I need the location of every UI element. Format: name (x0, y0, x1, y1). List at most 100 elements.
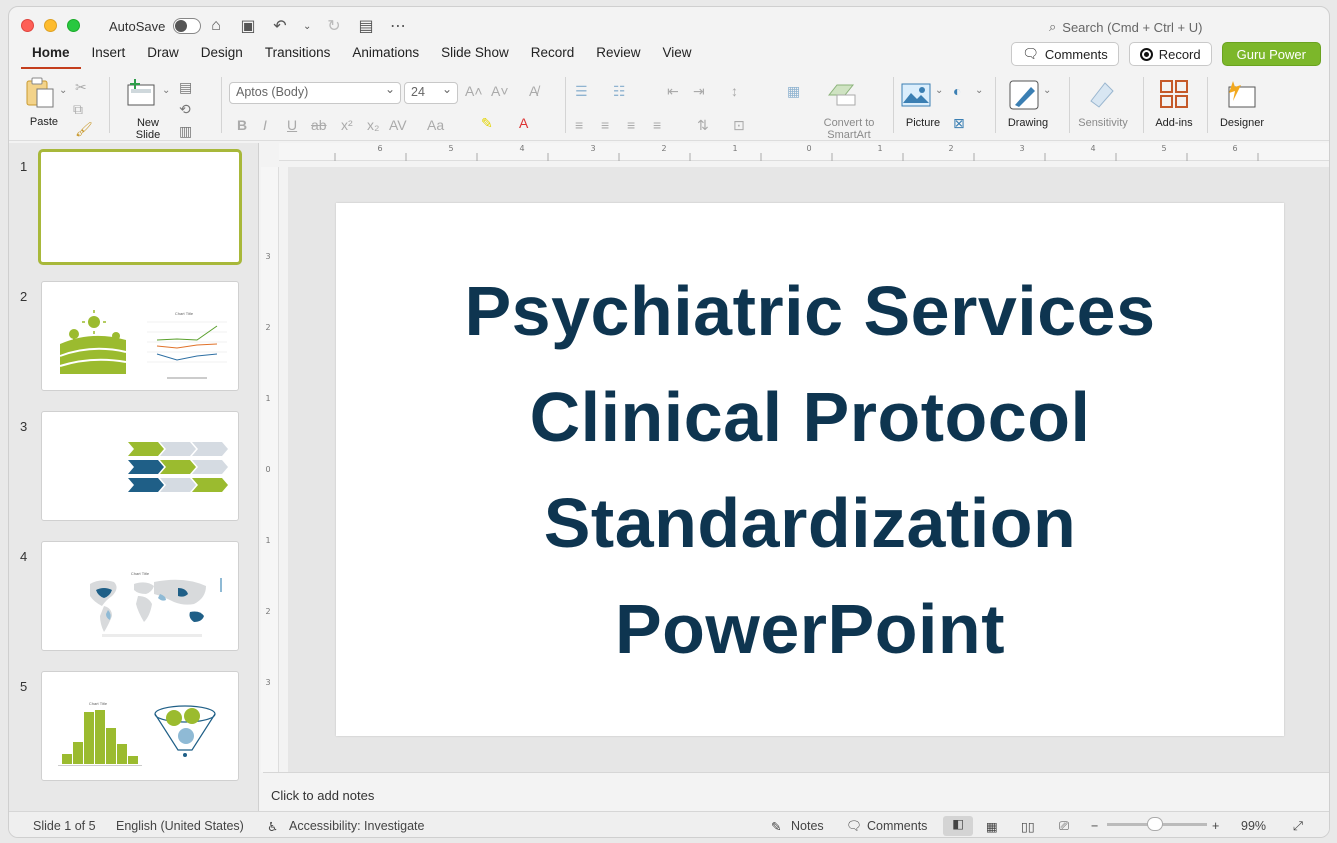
undo-icon[interactable]: ↶ (271, 16, 289, 36)
decrease-indent-icon[interactable]: ⇤ (667, 83, 679, 100)
strikethrough-icon[interactable]: ab (311, 117, 327, 133)
shapes-icon[interactable]: ◐ (953, 83, 961, 99)
slideshow-icon[interactable]: ⎚ (1059, 819, 1069, 834)
zoom-slider-knob[interactable] (1147, 817, 1163, 831)
slide-title[interactable]: Psychiatric Services Clinical Protocol S… (464, 258, 1155, 682)
guru-power-button[interactable]: Guru Power (1221, 42, 1321, 66)
smartart-icon[interactable] (827, 83, 857, 107)
font-color-icon[interactable]: A (519, 115, 528, 131)
save-icon[interactable]: ▣ (239, 16, 257, 36)
tab-transitions[interactable]: Transitions (254, 45, 342, 69)
notes-button[interactable]: Notes (791, 819, 824, 833)
bold-icon[interactable]: B (237, 117, 247, 133)
text-direction-icon[interactable]: ⇅ (697, 117, 709, 134)
chevron-down-icon[interactable]: ⌄ (935, 85, 943, 96)
align-text-icon[interactable]: ⊡ (733, 117, 745, 134)
slide-sorter-icon[interactable]: ▦ (986, 819, 998, 834)
record-button-label: Record (1158, 46, 1201, 62)
svg-text:6: 6 (1232, 144, 1237, 153)
text-box-icon[interactable]: ⊠ (953, 115, 965, 132)
sensitivity-icon[interactable] (1087, 79, 1115, 109)
close-window-button[interactable] (21, 19, 34, 32)
customize-icon[interactable]: ▤ (357, 16, 375, 36)
align-center-icon[interactable]: ≡ (601, 117, 609, 133)
paste-group: ⌄ Paste (21, 71, 71, 137)
redo-icon[interactable]: ↻ (325, 16, 343, 36)
font-name-select[interactable]: Aptos (Body) (229, 82, 401, 104)
autosave-toggle[interactable] (173, 18, 202, 34)
font-size-select[interactable]: 24 (404, 82, 458, 104)
chevron-down-icon[interactable]: ⌄ (59, 85, 67, 96)
tab-design[interactable]: Design (190, 45, 254, 69)
addins-icon[interactable] (1159, 79, 1189, 109)
tab-view[interactable]: View (652, 45, 703, 69)
home-icon[interactable]: ⌂ (207, 17, 225, 35)
bullets-icon[interactable]: ☰ (575, 83, 588, 100)
copy-icon[interactable]: ⧉ (73, 101, 83, 118)
change-case-icon[interactable]: Aa (427, 117, 444, 133)
highlight-icon[interactable]: ✎ (481, 115, 493, 132)
align-right-icon[interactable]: ≡ (627, 117, 635, 133)
comments-button[interactable]: 🗨 Comments (1011, 42, 1119, 66)
slide-thumbnail-3[interactable] (41, 411, 239, 521)
accessibility-status[interactable]: Accessibility: Investigate (289, 819, 424, 833)
normal-view-icon[interactable]: ◧ (943, 816, 973, 836)
cut-icon[interactable]: ✂ (75, 79, 87, 96)
chevron-down-icon[interactable]: ⌄ (162, 85, 170, 96)
line-spacing-icon[interactable]: ↕ (731, 83, 738, 99)
tab-review[interactable]: Review (585, 45, 651, 69)
increase-indent-icon[interactable]: ⇥ (693, 83, 705, 100)
superscript-icon[interactable]: x² (341, 117, 353, 133)
tab-home[interactable]: Home (21, 45, 81, 69)
format-painter-icon[interactable]: 🖌 (75, 121, 93, 138)
tab-insert[interactable]: Insert (81, 45, 137, 69)
spacing-icon[interactable]: AV (389, 117, 407, 133)
section-icon[interactable]: ▥ (179, 123, 192, 140)
drawing-icon[interactable] (1009, 79, 1039, 111)
italic-icon[interactable]: I (263, 117, 267, 133)
designer-icon[interactable] (1225, 79, 1257, 109)
numbering-icon[interactable]: ☷ (613, 83, 626, 100)
align-left-icon[interactable]: ≡ (575, 117, 583, 133)
tab-slide-show[interactable]: Slide Show (430, 45, 520, 69)
clear-format-icon[interactable]: A̸ (529, 83, 538, 99)
chevron-down-icon[interactable]: ⌄ (303, 21, 311, 32)
zoom-window-button[interactable] (67, 19, 80, 32)
paste-icon[interactable] (25, 77, 55, 109)
minimize-window-button[interactable] (44, 19, 57, 32)
thumb-number: 3 (20, 419, 28, 434)
new-slide-icon[interactable] (127, 79, 157, 107)
subscript-icon[interactable]: x₂ (367, 117, 379, 133)
comments-status-button[interactable]: Comments (867, 819, 927, 833)
increase-font-icon[interactable]: A˄ (465, 83, 483, 99)
chevron-down-icon[interactable]: ⌄ (1043, 85, 1051, 96)
autosave-label: AutoSave (109, 18, 166, 34)
search-field[interactable]: ⌕ Search (Cmd + Ctrl + U) (1049, 19, 1202, 35)
record-button[interactable]: Record (1128, 42, 1212, 66)
slide-thumbnail-1[interactable] (38, 149, 242, 265)
decrease-font-icon[interactable]: A˅ (491, 83, 509, 99)
fit-to-window-icon[interactable]: ⤢ (1293, 819, 1303, 834)
tab-animations[interactable]: Animations (341, 45, 430, 69)
tab-draw[interactable]: Draw (136, 45, 190, 69)
notes-pane[interactable]: Click to add notes (263, 772, 1329, 810)
layout-icon[interactable]: ▤ (179, 79, 192, 96)
zoom-out-icon[interactable]: − (1091, 819, 1098, 833)
zoom-in-icon[interactable]: + (1212, 819, 1219, 833)
underline-icon[interactable]: U (287, 117, 297, 133)
slide-thumbnail-5[interactable]: Chart Title (41, 671, 239, 781)
more-icon[interactable]: ⋯ (389, 16, 407, 36)
picture-icon[interactable] (901, 83, 931, 107)
slide-1[interactable]: Psychiatric Services Clinical Protocol S… (336, 203, 1284, 736)
slide-thumbnails-panel: 1 2 Chart Title 3 4 Chart Title 5 Chart … (9, 143, 259, 811)
slide-thumbnail-2[interactable]: Chart Title (41, 281, 239, 391)
reading-view-icon[interactable]: ▯▯ (1021, 819, 1035, 834)
reset-icon[interactable]: ⟲ (179, 101, 191, 118)
slide-thumbnail-4[interactable]: Chart Title (41, 541, 239, 651)
zoom-level[interactable]: 99% (1241, 819, 1266, 833)
justify-icon[interactable]: ≡ (653, 117, 661, 133)
language-indicator[interactable]: English (United States) (116, 819, 244, 833)
columns-icon[interactable]: ▦ (787, 83, 800, 100)
tab-record[interactable]: Record (520, 45, 586, 69)
chevron-down-icon[interactable]: ⌄ (975, 85, 983, 96)
